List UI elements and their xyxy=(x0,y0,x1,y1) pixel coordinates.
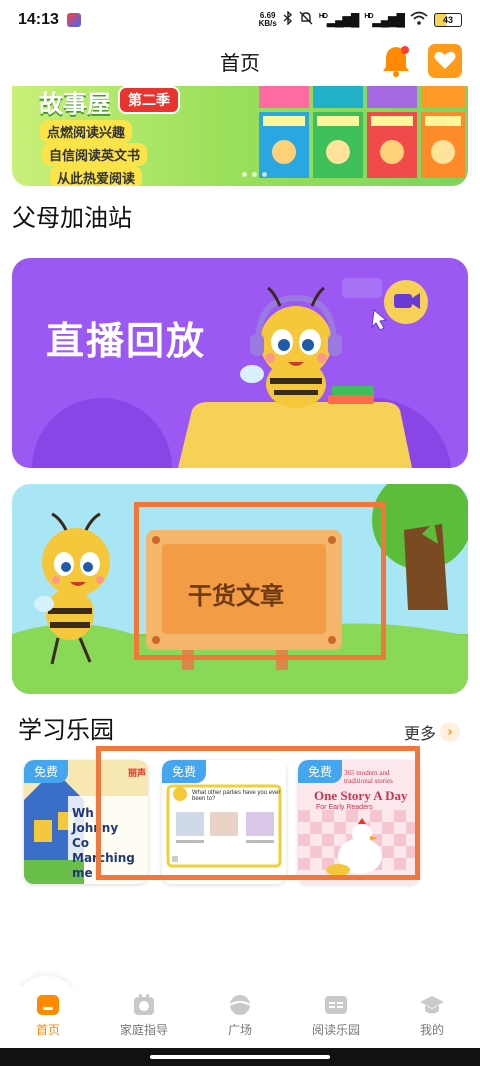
parents-section-title: 父母加油站 xyxy=(12,204,132,232)
more-link[interactable]: 更多 › xyxy=(404,720,461,744)
more-label: 更多 xyxy=(404,724,437,743)
bluetooth-icon xyxy=(283,10,293,29)
banner-line-2: 自信阅读英文书 xyxy=(42,143,148,166)
story-house-banner[interactable]: 故事屋 第二季 点燃阅读兴趣 自信阅读英文书 从此热爱阅读 xyxy=(12,86,468,186)
notification-app-icon xyxy=(66,13,81,27)
banner-line-1: 点燃阅读兴趣 xyxy=(40,120,133,143)
chevron-right-icon: › xyxy=(440,722,461,742)
wifi-icon xyxy=(410,11,428,29)
nav-home[interactable]: 首页 xyxy=(0,986,96,1048)
banner-line-3: 从此热爱阅读 xyxy=(50,166,143,186)
signal-2-icon: HD▂▄▆█ xyxy=(364,13,405,27)
live-replay-title: 直播回放 xyxy=(46,319,207,363)
reading-park-icon xyxy=(325,996,347,1014)
nav-profile[interactable]: 我的 xyxy=(384,986,480,1048)
status-bar: 14:13 6.69 KB/s HD▂▄▆█ HD▂▄▆█ 43 xyxy=(0,0,480,40)
plaza-icon xyxy=(229,995,251,1015)
status-time: 14:13 xyxy=(18,11,59,28)
notification-bell-icon[interactable] xyxy=(380,44,412,78)
app-header: 首页 xyxy=(0,40,480,82)
profile-icon xyxy=(420,996,444,1014)
home-gesture-pill[interactable] xyxy=(150,1055,330,1059)
family-guide-icon xyxy=(134,994,154,1015)
free-badge: 免费 xyxy=(298,760,343,783)
season-badge: 第二季 xyxy=(118,86,180,114)
free-badge: 免费 xyxy=(24,760,69,783)
mute-icon xyxy=(299,11,313,29)
nav-reading-park[interactable]: 阅读乐园 xyxy=(288,986,384,1048)
bottom-nav: 首页 家庭指导 广场 阅读乐园 我的 xyxy=(0,986,480,1048)
nav-profile-label: 我的 xyxy=(419,1023,444,1037)
home-icon xyxy=(37,995,59,1015)
nav-family-guide-label: 家庭指导 xyxy=(119,1023,168,1037)
status-indicators: 6.69 KB/s HD▂▄▆█ HD▂▄▆█ 43 xyxy=(259,10,462,29)
nav-family-guide[interactable]: 家庭指导 xyxy=(96,986,192,1048)
signal-1-icon: HD▂▄▆█ xyxy=(318,13,360,27)
nav-plaza[interactable]: 广场 xyxy=(192,986,288,1048)
live-replay-banner[interactable]: 直播回放 xyxy=(12,258,468,468)
nav-plaza-label: 广场 xyxy=(227,1023,252,1037)
story-house-title: 故事屋 xyxy=(39,90,111,118)
carousel-dots xyxy=(242,172,267,177)
book-stack-illustration xyxy=(259,86,465,178)
battery-icon: 43 xyxy=(434,13,462,27)
nav-reading-park-label: 阅读乐园 xyxy=(311,1023,360,1037)
page-title: 首页 xyxy=(220,50,260,75)
message-heart-icon[interactable] xyxy=(428,44,462,78)
net-speed: 6.69 KB/s xyxy=(259,12,277,28)
learning-section-title: 学习乐园 xyxy=(18,716,114,744)
net-speed-unit: KB/s xyxy=(258,19,277,28)
highlight-frame-article xyxy=(134,502,386,660)
nav-home-label: 首页 xyxy=(35,1023,60,1037)
highlight-frame-cards xyxy=(96,746,420,880)
free-badge: 免费 xyxy=(162,760,207,783)
